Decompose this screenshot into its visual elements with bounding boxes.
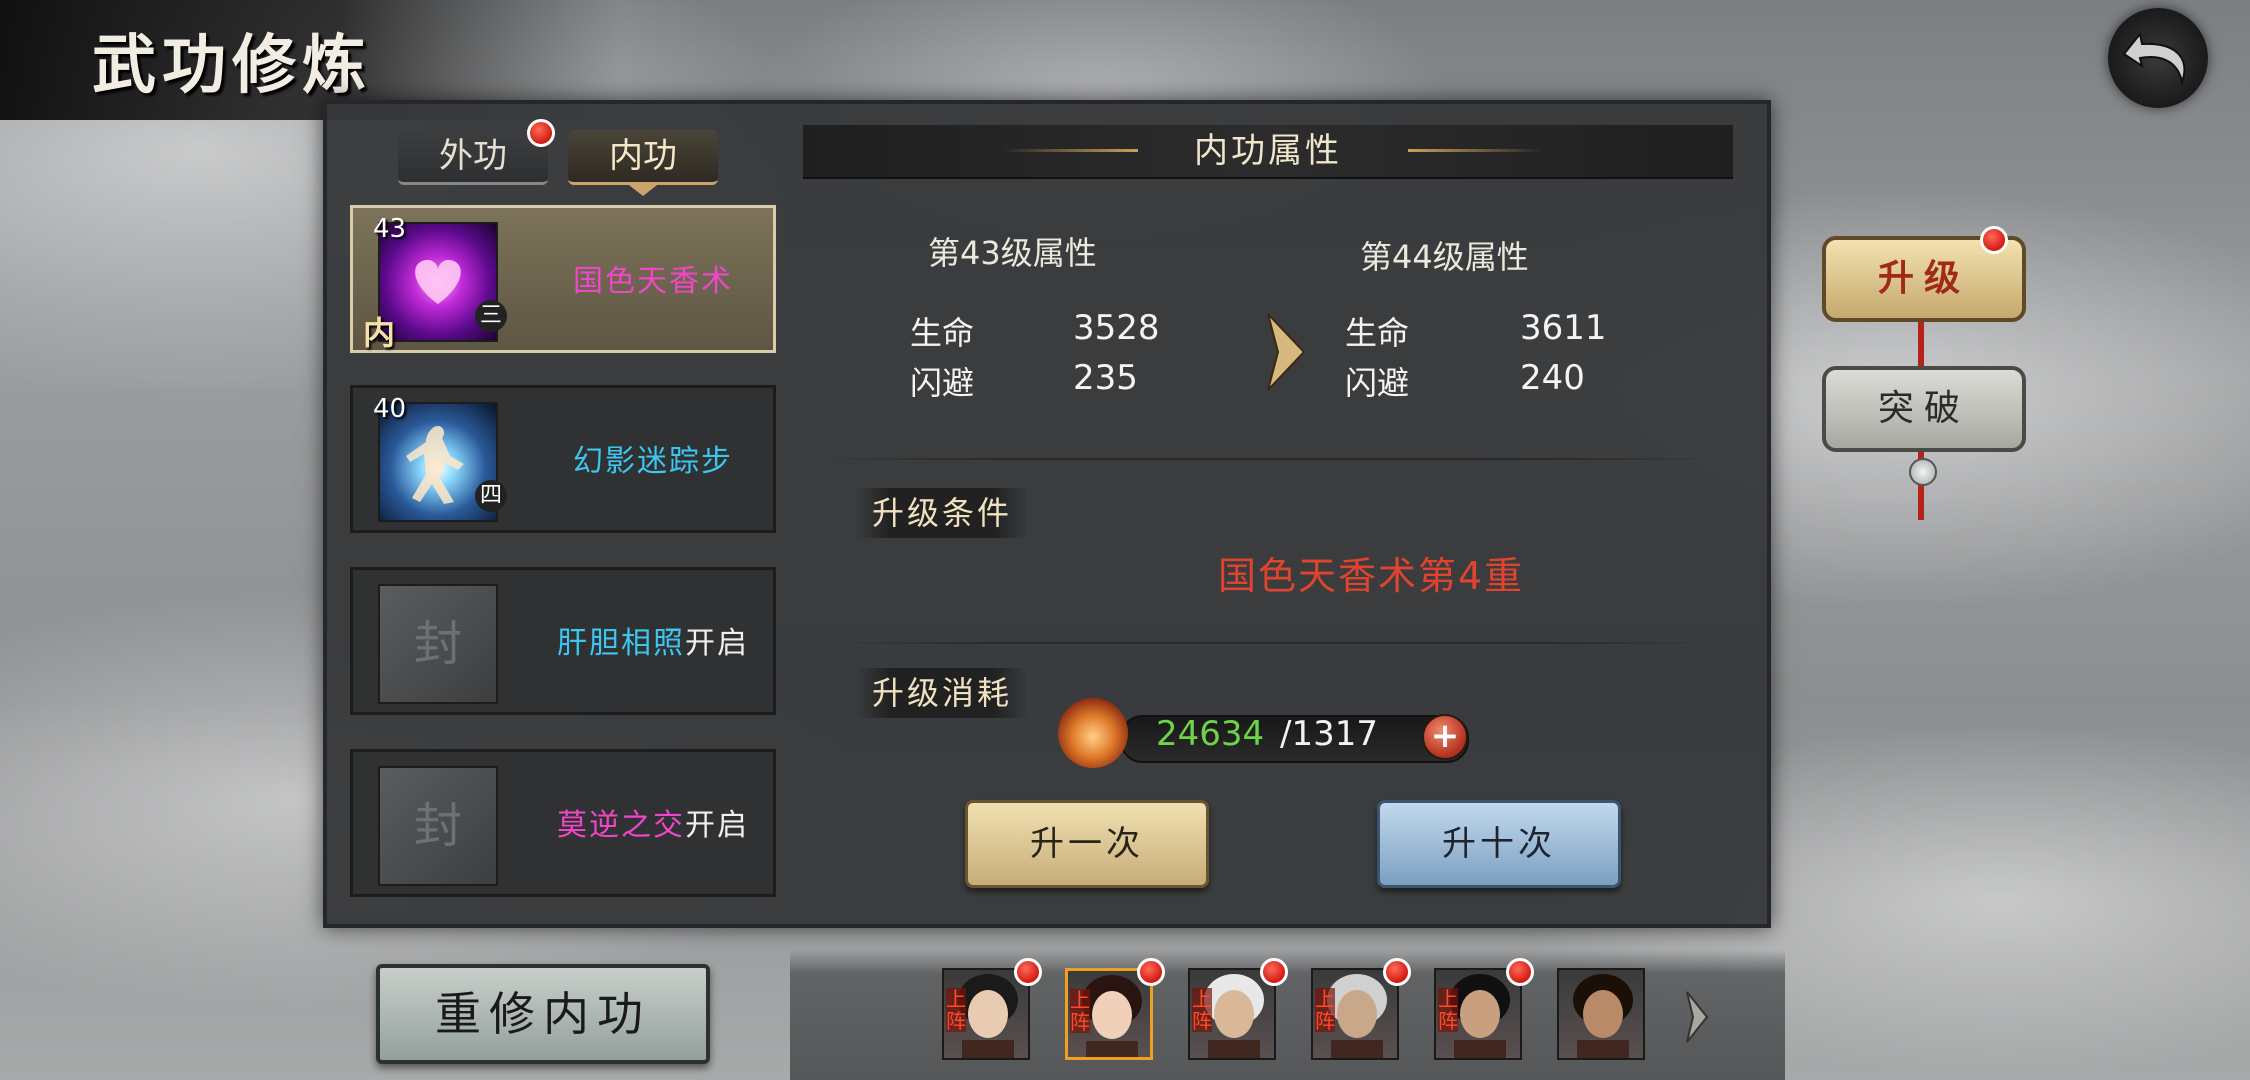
inner-power-icon: [1058, 698, 1128, 768]
hero-alert-dot: [1383, 958, 1411, 986]
stat-label-hp: 生命: [910, 314, 975, 352]
skill-name: 莫逆之交开启: [533, 752, 773, 900]
hero-face-icon: [1573, 974, 1633, 1058]
hero-portrait[interactable]: 上阵: [1065, 968, 1153, 1060]
cost-need-value: /1317: [1280, 714, 1378, 754]
hero-alert-dot: [1506, 958, 1534, 986]
upgrade-cost-label: 升级消耗: [856, 668, 1029, 718]
hero-portrait[interactable]: 上阵: [942, 968, 1030, 1060]
back-arrow-icon: [2122, 31, 2186, 86]
skill-card-4[interactable]: 封 莫逆之交开启: [350, 749, 776, 897]
divider: [820, 642, 1720, 644]
skill-name: 肝胆相照开启: [533, 570, 773, 718]
hero-alert-dot: [1260, 958, 1288, 986]
next-stat-label-hp: 生命: [1345, 314, 1410, 352]
tab-selected-pointer: [625, 182, 661, 196]
hero-deployed-tag: 上阵: [1070, 988, 1090, 1034]
attributes-title: 内功属性: [1194, 131, 1342, 171]
next-stat-value-dodge: 240: [1520, 358, 1585, 398]
skill-grade: 四: [475, 480, 507, 512]
lock-seal-icon: 封: [378, 584, 498, 704]
current-level-heading: 第43级属性: [928, 234, 1097, 272]
back-button[interactable]: [2108, 8, 2208, 108]
skill-grade: 三: [475, 300, 507, 332]
lock-seal-icon: 封: [378, 766, 498, 886]
hero-alert-dot: [1014, 958, 1042, 986]
upgrade-condition-label: 升级条件: [856, 488, 1029, 538]
skill-card-1[interactable]: 43 三 内 国色天香术: [350, 205, 776, 353]
stat-label-dodge: 闪避: [910, 364, 975, 402]
skill-name-text: 肝胆相照: [557, 626, 685, 661]
next-stat-value-hp: 3611: [1520, 308, 1607, 348]
skill-card-2[interactable]: 40 四 幻影迷踪步: [350, 385, 776, 533]
skill-open-text: 开启: [685, 808, 749, 843]
skill-card-3[interactable]: 封 肝胆相照开启: [350, 567, 776, 715]
attributes-header: 内功属性: [803, 125, 1733, 179]
page-title: 武功修炼: [92, 28, 372, 103]
hero-portrait[interactable]: 上阵: [1311, 968, 1399, 1060]
menu-jade-bead: [1909, 458, 1937, 486]
upgrade-alert-dot: [1980, 226, 2008, 254]
stat-value-dodge: 235: [1073, 358, 1138, 398]
upgrade-condition-text: 国色天香术第4重: [1218, 554, 1525, 598]
next-level-heading: 第44级属性: [1360, 238, 1529, 276]
skill-name: 国色天香术: [573, 264, 733, 299]
chevron-right-icon[interactable]: [1683, 990, 1711, 1044]
hero-deployed-tag: 上阵: [1192, 987, 1212, 1033]
tab-outer-alert-dot: [527, 119, 555, 147]
skill-level: 40: [373, 394, 407, 424]
divider: [820, 458, 1720, 460]
cost-have-value: 24634: [1156, 714, 1265, 754]
hero-deployed-tag: 上阵: [1315, 987, 1335, 1033]
skill-name: 幻影迷踪步: [573, 444, 733, 479]
tab-inner-skill[interactable]: 内功: [568, 130, 718, 185]
skill-level: 43: [373, 214, 407, 244]
stat-value-hp: 3528: [1073, 308, 1160, 348]
skill-name-text: 莫逆之交: [557, 808, 685, 843]
skill-type-mark: 内: [363, 314, 396, 352]
upgrade-ten-button[interactable]: 升十次: [1377, 800, 1621, 888]
hero-deployed-tag: 上阵: [1438, 987, 1458, 1033]
reforge-inner-button[interactable]: 重修内功: [376, 964, 710, 1064]
upgrade-once-button[interactable]: 升一次: [965, 800, 1209, 888]
hero-deployed-tag: 上阵: [946, 987, 966, 1033]
chevron-right-icon: [1267, 313, 1306, 391]
add-resource-button[interactable]: +: [1422, 714, 1468, 760]
hero-portrait[interactable]: 上阵: [1188, 968, 1276, 1060]
hero-portrait[interactable]: 上阵: [1434, 968, 1522, 1060]
next-stat-label-dodge: 闪避: [1345, 364, 1410, 402]
hero-portrait[interactable]: [1557, 968, 1645, 1060]
side-menu-breakthrough[interactable]: 突破: [1822, 366, 2026, 452]
skill-open-text: 开启: [685, 626, 749, 661]
tab-outer-skill[interactable]: 外功: [398, 130, 548, 185]
hero-alert-dot: [1137, 958, 1165, 986]
